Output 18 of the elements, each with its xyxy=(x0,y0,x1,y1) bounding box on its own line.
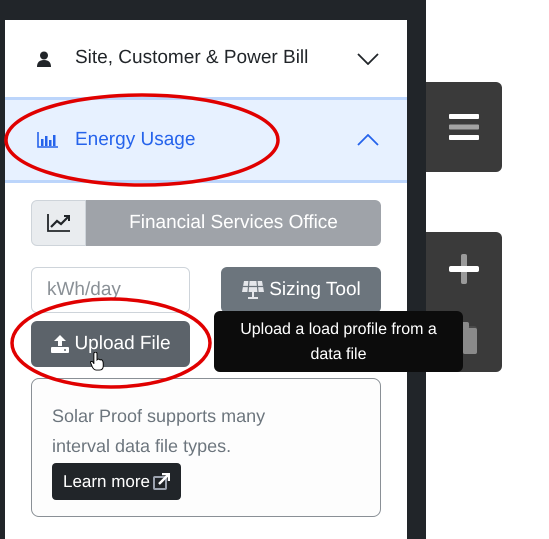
tooltip: Upload a load profile from a data file xyxy=(214,311,463,372)
trend-chart-icon xyxy=(46,214,70,232)
person-icon xyxy=(37,50,51,66)
learn-more-button[interactable]: Learn more xyxy=(52,463,181,500)
accordion-header[interactable]: Energy Usage xyxy=(5,97,407,183)
chevron-up-icon xyxy=(357,134,379,146)
upload-icon xyxy=(50,335,70,353)
menu-icon[interactable] xyxy=(449,114,479,140)
usage-input-field[interactable]: kWh/day xyxy=(31,267,190,313)
chevron-down-icon xyxy=(357,52,379,64)
hand-cursor-icon xyxy=(90,352,104,371)
sizing-tool-button[interactable]: Sizing Tool xyxy=(221,267,381,313)
bar-chart-icon xyxy=(37,132,59,148)
external-link-icon xyxy=(152,473,170,490)
info-text: Solar Proof supports many interval data file types. xyxy=(52,405,266,458)
plus-icon[interactable] xyxy=(449,254,479,284)
upload-file-button[interactable]: Upload File xyxy=(31,321,190,367)
solar-panel-icon xyxy=(241,280,266,300)
